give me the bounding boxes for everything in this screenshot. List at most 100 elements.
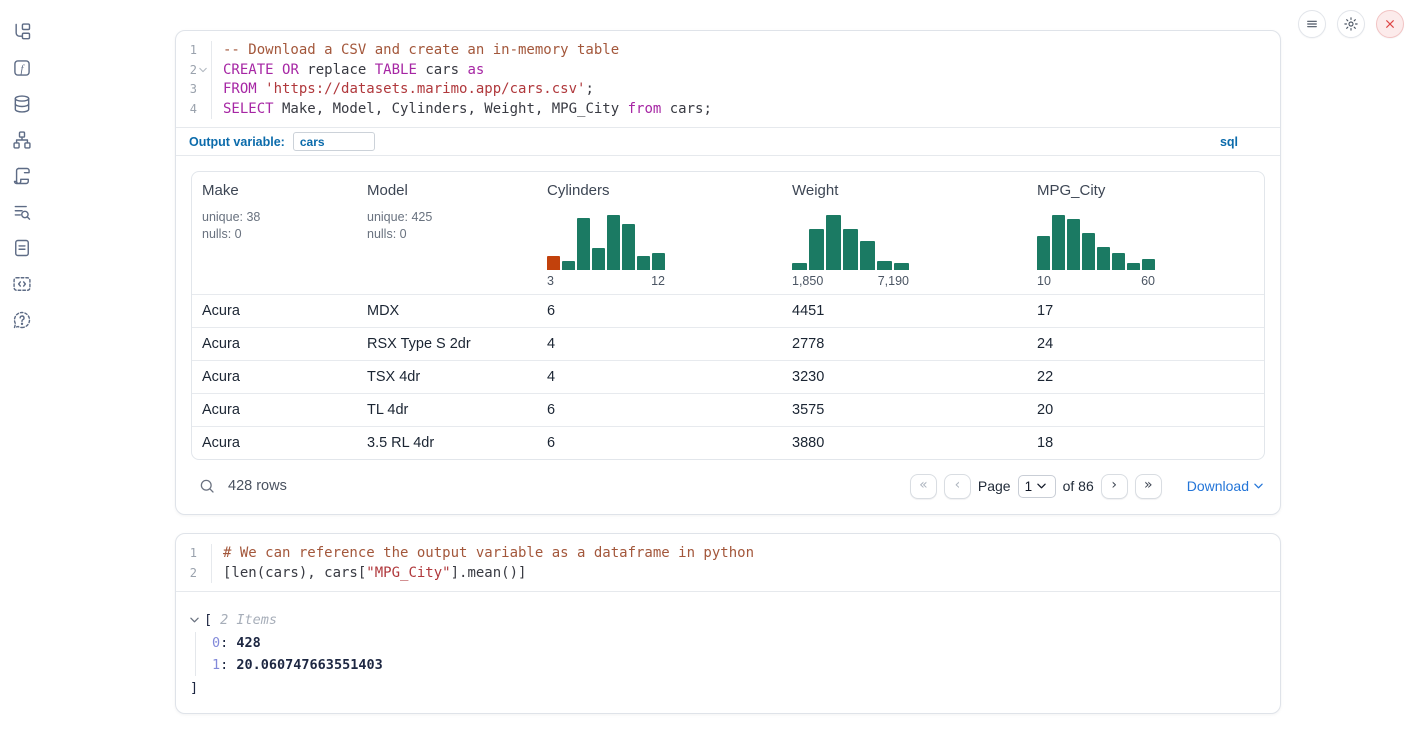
sidebar: f [0,0,44,729]
histogram-bar[interactable] [1037,236,1050,270]
output-variable-row: Output variable: sql [176,127,1280,155]
python-cell-output: [2 Items0: 4281: 20.060747663551403] [176,591,1280,713]
histogram-bar[interactable] [826,215,841,270]
gutter: 3 [176,80,212,100]
column-name: Make [202,182,347,199]
column-header-weight[interactable]: Weight1,8507,190 [782,172,1027,294]
histogram-bar[interactable] [1067,219,1080,270]
hist-max-label: 12 [651,274,665,288]
histogram-bar[interactable] [809,229,824,270]
line-number: 3 [190,80,197,100]
code-line[interactable]: 2CREATE OR replace TABLE cars as [176,61,1280,81]
histogram-bar[interactable] [1097,247,1110,270]
table-cell: RSX Type S 2dr [357,328,537,360]
database-icon[interactable] [12,94,32,114]
settings-icon [1343,16,1359,32]
settings-button[interactable] [1337,10,1365,38]
entry-key: 1 [212,657,220,673]
table-cell: 6 [537,295,782,327]
next-page-button[interactable]: › [1101,474,1128,499]
menu-button[interactable] [1298,10,1326,38]
column-header-model[interactable]: Modelunique: 425nulls: 0 [357,172,537,294]
histogram-bar[interactable] [562,261,575,270]
gutter: 2 [176,61,212,81]
histogram-bar[interactable] [1127,263,1140,270]
code-line[interactable]: 1-- Download a CSV and create an in-memo… [176,41,1280,61]
table-cell: 18 [1027,427,1265,459]
table-cell: Acura [192,427,357,459]
output-variable-input[interactable] [293,132,375,151]
chevron-down-icon [1037,483,1046,489]
histogram-mpg_city: 1060 [1037,215,1256,288]
menu-icon [1304,16,1320,32]
table-row[interactable]: AcuraMDX6445117 [192,294,1264,327]
help-icon[interactable] [12,310,32,330]
histogram-bar[interactable] [577,218,590,270]
histogram-weight: 1,8507,190 [792,215,1017,288]
snippets-icon[interactable] [12,274,32,294]
histogram-bar[interactable] [792,263,807,270]
hist-min-label: 1,850 [792,274,823,288]
code-line[interactable]: 1# We can reference the output variable … [176,544,1280,564]
download-button[interactable]: Download [1187,478,1263,494]
scratchpad-icon[interactable] [12,166,32,186]
table-cell: 20 [1027,394,1265,426]
logs-icon[interactable] [12,202,32,222]
column-header-cylinders[interactable]: Cylinders312 [537,172,782,294]
histogram-bar[interactable] [1142,259,1155,270]
page-select[interactable]: 1 [1018,475,1056,498]
histogram-bar[interactable] [547,256,560,270]
file-tree-icon[interactable] [12,22,32,42]
column-name: MPG_City [1037,182,1256,199]
table-row[interactable]: AcuraTSX 4dr4323022 [192,360,1264,393]
histogram-bar[interactable] [1052,215,1065,270]
histogram-bar[interactable] [607,215,620,270]
histogram-bar[interactable] [592,248,605,270]
table-cell: 22 [1027,361,1265,393]
gutter: 4 [176,100,212,120]
line-number: 1 [190,544,197,564]
table-cell: 3880 [782,427,1027,459]
table-row[interactable]: AcuraTL 4dr6357520 [192,393,1264,426]
table-row[interactable]: Acura3.5 RL 4dr6388018 [192,426,1264,459]
function-icon[interactable]: f [12,58,32,78]
first-page-button[interactable]: « [910,474,937,499]
code-line[interactable]: 4SELECT Make, Model, Cylinders, Weight, … [176,100,1280,120]
fold-spacer [199,549,208,558]
document-icon[interactable] [12,238,32,258]
table-cell: Acura [192,295,357,327]
histogram-bar[interactable] [652,253,665,270]
entry-key: 0 [212,635,220,651]
code-line[interactable]: 3FROM 'https://datasets.marimo.app/cars.… [176,80,1280,100]
code-line[interactable]: 2[len(cars), cars["MPG_City"].mean()] [176,564,1280,584]
histogram-bar[interactable] [1082,233,1095,270]
sql-code-editor[interactable]: 1-- Download a CSV and create an in-memo… [176,31,1280,127]
histogram-bar[interactable] [622,224,635,270]
bracket-close: ] [190,677,1264,699]
hist-min-label: 10 [1037,274,1051,288]
last-page-button[interactable]: » [1135,474,1162,499]
histogram-bar[interactable] [894,263,909,270]
shutdown-icon [1382,16,1398,32]
table-cell: 17 [1027,295,1265,327]
histogram-bar[interactable] [843,229,858,270]
marimo-notebook: f 1-- Download a CSV and create an in-me… [0,0,1408,729]
python-code-editor[interactable]: 1# We can reference the output variable … [176,534,1280,591]
histogram-bar[interactable] [860,241,875,270]
dependency-graph-icon[interactable] [12,130,32,150]
search-icon[interactable] [198,477,216,495]
table-body: AcuraMDX6445117AcuraRSX Type S 2dr427782… [192,294,1264,459]
table-row[interactable]: AcuraRSX Type S 2dr4277824 [192,327,1264,360]
bracket-open: [ [204,609,212,631]
histogram-bar[interactable] [637,256,650,270]
collapse-chevron-icon[interactable] [190,617,202,623]
histogram-bar[interactable] [1112,253,1125,270]
shutdown-button[interactable] [1376,10,1404,38]
prev-page-button[interactable]: ‹ [944,474,971,499]
fold-chevron-icon[interactable] [199,66,208,75]
histogram-bar[interactable] [877,261,892,270]
column-header-make[interactable]: Makeunique: 38nulls: 0 [192,172,357,294]
table-cell: 4 [537,328,782,360]
column-header-mpg_city[interactable]: MPG_City 1060 [1027,172,1265,294]
fold-spacer [199,569,208,578]
